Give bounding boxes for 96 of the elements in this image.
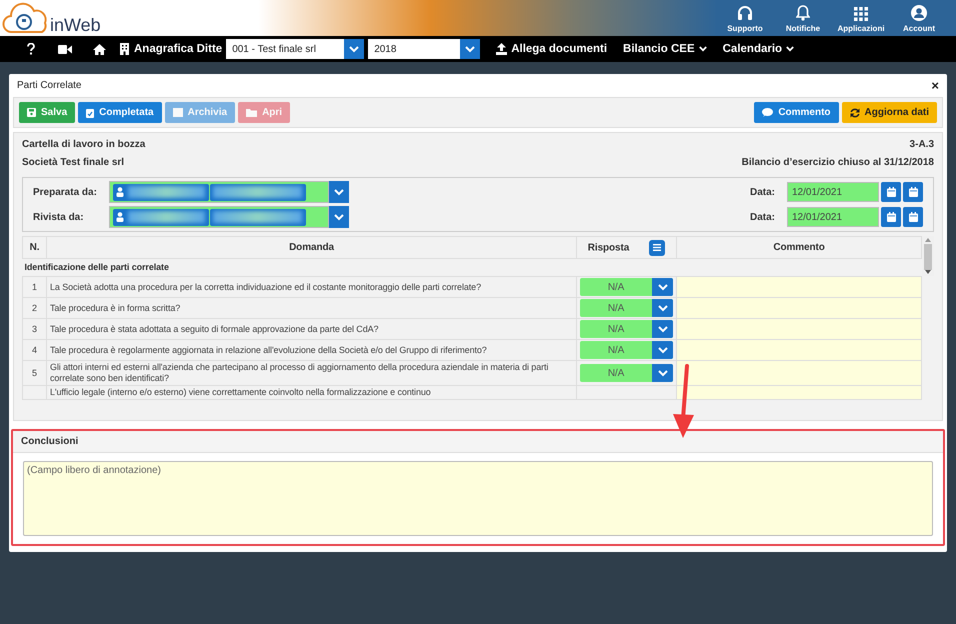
nav-menu[interactable]: Calendario bbox=[722, 43, 794, 55]
table-cell: 1 bbox=[22, 276, 46, 298]
column-header: Domanda bbox=[46, 236, 576, 258]
calendar-today-button[interactable] bbox=[903, 182, 923, 202]
column-header: Commento bbox=[676, 236, 922, 258]
header-action[interactable]: Supporto bbox=[716, 0, 774, 36]
comment-cell[interactable] bbox=[676, 318, 922, 340]
calendar-icon bbox=[908, 212, 918, 222]
calendar-icon bbox=[886, 212, 896, 222]
calendar-button[interactable] bbox=[881, 207, 901, 227]
scroll-down-arrow-icon[interactable] bbox=[925, 270, 932, 274]
date-field[interactable]: 12/01/2021 bbox=[787, 182, 879, 202]
answer-select[interactable]: N/A bbox=[580, 299, 673, 317]
upload-icon bbox=[496, 43, 508, 55]
caret-icon bbox=[786, 46, 794, 52]
comment-cell[interactable] bbox=[676, 340, 922, 360]
clipboard-check-icon bbox=[86, 108, 94, 118]
comment-cell[interactable] bbox=[676, 276, 922, 298]
dropdown-button[interactable] bbox=[329, 206, 349, 228]
account-icon bbox=[911, 5, 927, 21]
table-cell: 4 bbox=[22, 340, 46, 360]
calendar-icon bbox=[886, 187, 896, 197]
answer-select[interactable]: N/A bbox=[580, 320, 673, 338]
toolbar-button[interactable]: Commento bbox=[754, 102, 839, 123]
building-icon bbox=[120, 43, 129, 55]
chevron-down-icon bbox=[658, 346, 668, 354]
question-cell: Gli attori interni ed esterni all'azienda che partecipano al processo di aggiornamento della procedura aziendale in materia di parti correlate sono ben identificati? bbox=[46, 360, 576, 386]
menu-icon bbox=[653, 244, 662, 251]
field-label: Data: bbox=[750, 186, 775, 198]
header-action[interactable]: Applicazioni bbox=[832, 0, 890, 36]
dropdown-button[interactable] bbox=[329, 181, 349, 203]
header-action[interactable]: Notifiche bbox=[774, 0, 832, 36]
chevron-down-icon bbox=[334, 214, 344, 220]
question-cell: La Società adotta una procedura per la corretta individuazione ed il costante monitoraggio delle parti correlate? bbox=[46, 276, 576, 298]
toolbar-button[interactable]: Aggiorna dati bbox=[842, 102, 937, 123]
calendar-icon bbox=[908, 187, 918, 197]
answer-select[interactable]: N/A bbox=[580, 278, 673, 296]
comment-cell[interactable] bbox=[676, 360, 922, 386]
user-select[interactable] bbox=[109, 181, 329, 203]
column-header: N. bbox=[22, 236, 46, 258]
field-label: Rivista da: bbox=[33, 212, 85, 222]
caret-icon bbox=[698, 46, 707, 52]
question-cell: Tale procedura è stata adottata a seguito di formale approvazione da parte del CdA? bbox=[46, 318, 576, 340]
calendar-button[interactable] bbox=[881, 182, 901, 202]
section-heading: Identificazione delle parti correlate bbox=[22, 258, 922, 276]
chevron-down-icon bbox=[465, 46, 476, 52]
toolbar-button[interactable]: Completata bbox=[78, 102, 162, 123]
answer-select[interactable]: N/A bbox=[580, 364, 673, 382]
nav-link[interactable]: Anagrafica Ditte bbox=[134, 43, 222, 55]
close-button[interactable]: × bbox=[931, 78, 939, 93]
nav-menu[interactable]: Bilancio CEE bbox=[623, 43, 707, 55]
question-cell: Tale procedura è regolarmente aggiornata in relazione all'evoluzione della Società e/o del Gruppo di riferimento? bbox=[46, 340, 576, 360]
column-header: Risposta bbox=[588, 242, 630, 254]
speech-bubble-icon bbox=[762, 108, 774, 117]
field-label: Data: bbox=[750, 212, 775, 222]
nav-link[interactable]: Allega documenti bbox=[511, 43, 608, 55]
comment-cell[interactable] bbox=[676, 298, 922, 318]
archive-box-icon bbox=[172, 108, 183, 117]
section-title: Conclusioni bbox=[13, 431, 943, 453]
bell-icon bbox=[796, 5, 810, 21]
question-cell: L'ufficio legale (interno e/o esterno) viene correttamente coinvolto nella formalizzazione e continuo bbox=[46, 386, 576, 400]
calendar-today-button[interactable] bbox=[903, 207, 923, 227]
headset-icon bbox=[737, 5, 753, 21]
question-cell: Tale procedura è in forma scritta? bbox=[46, 298, 576, 318]
chevron-down-icon bbox=[658, 284, 668, 290]
grid-icon bbox=[854, 7, 868, 21]
comment-cell[interactable] bbox=[676, 386, 922, 400]
chevron-down-icon bbox=[658, 304, 668, 312]
year-select[interactable]: 2018 bbox=[368, 39, 480, 59]
period-text: Bilancio d’esercizio chiuso al 31/12/2018 bbox=[742, 157, 934, 168]
chevron-down-icon bbox=[349, 46, 360, 52]
user-icon bbox=[116, 212, 124, 222]
menu-button[interactable] bbox=[649, 240, 666, 256]
chevron-down-icon bbox=[334, 188, 344, 196]
answer-select[interactable]: N/A bbox=[580, 341, 673, 359]
user-select[interactable] bbox=[109, 206, 329, 228]
status-text: Cartella di lavoro in bozza bbox=[22, 139, 146, 150]
refresh-icon bbox=[850, 108, 860, 118]
brand-name: inWeb bbox=[50, 15, 101, 35]
field-label: Preparata da: bbox=[33, 186, 98, 198]
user-icon bbox=[116, 187, 124, 197]
cloud-logo-icon bbox=[2, 2, 48, 35]
document-code: 3-A.3 bbox=[908, 139, 934, 150]
company-select[interactable]: 001 - Test finale srl bbox=[226, 39, 364, 59]
scroll-up-arrow-icon[interactable] bbox=[925, 238, 932, 242]
table-cell: 2 bbox=[22, 298, 46, 318]
dialog-title: Parti Correlate bbox=[17, 80, 82, 91]
chevron-down-icon bbox=[658, 370, 668, 376]
notes-field[interactable]: (Campo libero di annotazione) bbox=[23, 461, 933, 536]
company-name: Società Test finale srl bbox=[22, 157, 126, 168]
folder-icon bbox=[246, 108, 258, 116]
table-cell: 5 bbox=[22, 360, 46, 386]
date-field[interactable]: 12/01/2021 bbox=[787, 207, 879, 227]
chevron-down-icon bbox=[658, 326, 668, 332]
header-action[interactable]: Account bbox=[890, 0, 948, 36]
table-cell: 3 bbox=[22, 318, 46, 340]
